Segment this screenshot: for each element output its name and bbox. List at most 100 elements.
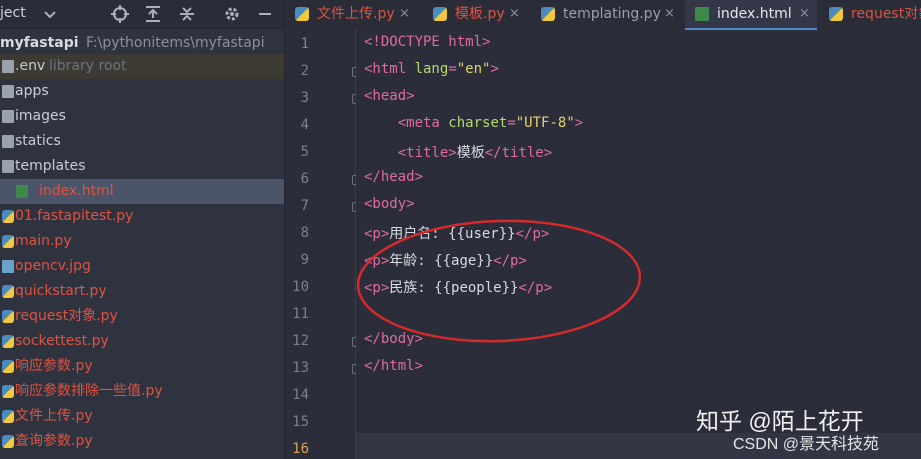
line-number: 8 bbox=[300, 225, 309, 241]
locate-target-icon[interactable] bbox=[110, 4, 130, 24]
tab-template-py[interactable]: 模板.py × bbox=[423, 0, 529, 30]
tree-item-label: images bbox=[15, 108, 66, 124]
tree-item-label: opencv.jpg bbox=[15, 258, 91, 274]
code-line-13: </html> bbox=[364, 358, 424, 374]
tab-close-icon[interactable]: × bbox=[399, 0, 410, 28]
python-file-icon bbox=[2, 310, 14, 323]
collapse-all-icon[interactable] bbox=[177, 4, 197, 24]
expand-all-icon[interactable] bbox=[143, 4, 163, 24]
tab-label: 文件上传.py bbox=[317, 6, 395, 22]
code-line-4: <meta charset="UTF-8"> bbox=[397, 115, 584, 131]
line-number: 4 bbox=[300, 117, 309, 133]
tree-item-label: quickstart.py bbox=[15, 283, 107, 299]
tree-item-quickstart[interactable]: quickstart.py bbox=[0, 279, 284, 304]
code-line-5: <title>模板</title> bbox=[397, 145, 553, 161]
python-file-icon bbox=[2, 410, 14, 423]
tree-item-opencv[interactable]: opencv.jpg bbox=[0, 254, 284, 279]
line-number: 1 bbox=[300, 36, 309, 52]
tree-item-templates[interactable]: templates bbox=[0, 154, 284, 179]
code-line-7: <body> bbox=[364, 196, 415, 212]
tree-item-label: 文件上传.py bbox=[15, 408, 93, 424]
python-file-icon bbox=[433, 7, 447, 21]
line-number: 14 bbox=[292, 387, 309, 403]
line-number: 9 bbox=[300, 252, 309, 268]
line-number: 3 bbox=[300, 90, 309, 106]
tab-request-py[interactable]: request对象.py bbox=[819, 0, 921, 30]
code-line-6: </head> bbox=[364, 169, 424, 185]
tab-close-icon[interactable]: × bbox=[509, 0, 520, 28]
tree-item-response-params[interactable]: 响应参数.py bbox=[0, 354, 284, 379]
tree-item-file-upload[interactable]: 文件上传.py bbox=[0, 404, 284, 429]
tree-item-label: main.py bbox=[15, 233, 72, 249]
tab-label: index.html bbox=[717, 6, 792, 22]
tree-item-main[interactable]: main.py bbox=[0, 229, 284, 254]
tab-label: templating.py bbox=[563, 6, 661, 22]
code-line-2: <html lang="en"> bbox=[364, 61, 499, 77]
editor-tab-bar: 文件上传.py × 模板.py × templating.py × index.… bbox=[285, 0, 921, 31]
tree-item-env[interactable]: .env library root bbox=[0, 54, 284, 79]
project-panel: ject myfastapi F:\pythonitems\myfastapi … bbox=[0, 0, 285, 459]
tree-item-index-html[interactable]: index.html bbox=[0, 179, 284, 204]
python-file-icon bbox=[2, 360, 14, 373]
python-file-icon bbox=[2, 210, 14, 223]
tab-index-html[interactable]: index.html × bbox=[685, 0, 817, 30]
tree-item-label: .env bbox=[15, 58, 46, 74]
html-file-icon bbox=[16, 185, 28, 198]
code-line-3: <head> bbox=[364, 88, 415, 104]
image-file-icon bbox=[2, 260, 14, 273]
line-number: 7 bbox=[300, 198, 309, 214]
python-file-icon bbox=[2, 435, 14, 448]
tab-file-upload[interactable]: 文件上传.py × bbox=[285, 0, 421, 30]
project-root-row[interactable]: myfastapi F:\pythonitems\myfastapi bbox=[0, 31, 284, 56]
python-file-icon bbox=[2, 335, 14, 348]
project-panel-title[interactable]: ject bbox=[0, 5, 26, 21]
tree-item-fastapitest[interactable]: 01.fastapitest.py bbox=[0, 204, 284, 229]
line-number: 13 bbox=[292, 360, 309, 376]
tree-item-label: index.html bbox=[39, 183, 114, 199]
folder-icon bbox=[2, 85, 14, 98]
tree-item-sockettest[interactable]: sockettest.py bbox=[0, 329, 284, 354]
tree-item-label: sockettest.py bbox=[15, 333, 109, 349]
folder-icon bbox=[2, 60, 14, 73]
project-toolbar: ject bbox=[0, 0, 284, 29]
tree-item-label: statics bbox=[15, 133, 61, 149]
python-file-icon bbox=[2, 235, 14, 248]
line-number: 10 bbox=[292, 279, 309, 295]
tab-close-icon[interactable]: × bbox=[799, 0, 810, 28]
dropdown-icon[interactable] bbox=[40, 4, 60, 24]
python-file-icon bbox=[541, 7, 555, 21]
python-file-icon bbox=[829, 7, 843, 21]
code-line-1: <!DOCTYPE html> bbox=[364, 34, 491, 50]
folder-icon bbox=[2, 160, 14, 173]
folder-icon bbox=[2, 110, 14, 123]
python-file-icon bbox=[2, 285, 14, 298]
tree-item-label: 响应参数.py bbox=[15, 358, 93, 374]
tab-close-icon[interactable]: × bbox=[664, 0, 675, 28]
tree-item-response-exclude[interactable]: 响应参数排除一些值.py bbox=[0, 379, 284, 404]
project-root-path: F:\pythonitems\myfastapi bbox=[86, 35, 265, 51]
tree-item-label: 查询参数.py bbox=[15, 433, 93, 449]
csdn-watermark: CSDN @景天科技苑 bbox=[733, 436, 880, 453]
tree-item-label: 响应参数排除一些值.py bbox=[15, 383, 163, 399]
python-file-icon bbox=[295, 7, 309, 21]
line-number: 15 bbox=[292, 414, 309, 430]
tree-item-images[interactable]: images bbox=[0, 104, 284, 129]
tree-item-query-params[interactable]: 查询参数.py bbox=[0, 429, 284, 454]
settings-gear-icon[interactable] bbox=[222, 4, 242, 24]
line-number: 2 bbox=[300, 63, 309, 79]
line-number: 6 bbox=[300, 171, 309, 187]
tab-label: request对象.py bbox=[851, 6, 921, 22]
tree-item-request[interactable]: request对象.py bbox=[0, 304, 284, 329]
tab-label: 模板.py bbox=[455, 6, 505, 22]
line-number-current: 16 bbox=[292, 441, 309, 457]
tree-item-apps[interactable]: apps bbox=[0, 79, 284, 104]
line-number: 5 bbox=[300, 144, 309, 160]
html-file-icon bbox=[695, 7, 709, 21]
line-number-gutter: 1 2 3 4 5 6 7 8 9 10 11 12 13 14 15 16 bbox=[285, 30, 361, 459]
library-root-hint: library root bbox=[49, 58, 127, 74]
minimize-panel-icon[interactable] bbox=[255, 4, 275, 24]
tab-templating-py[interactable]: templating.py × bbox=[531, 0, 683, 30]
tree-item-label: apps bbox=[15, 83, 49, 99]
tree-item-statics[interactable]: statics bbox=[0, 129, 284, 154]
line-number: 12 bbox=[292, 333, 309, 349]
